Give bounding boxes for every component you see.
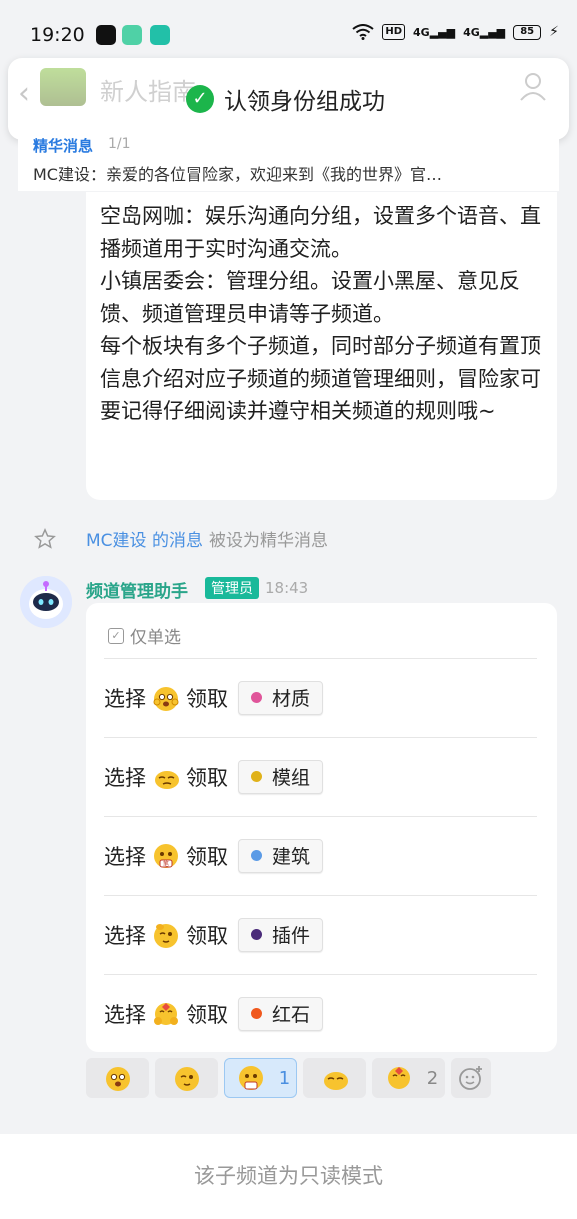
add-reaction-button[interactable] — [451, 1058, 491, 1098]
message-paragraph: 小镇居委会：管理分组。设置小黑屋、意见反馈、频道管理员申请等子频道。 — [100, 269, 520, 326]
lying-face-icon — [155, 770, 179, 789]
star-icon — [34, 527, 56, 549]
pinned-text: MC建设：亲爱的各位冒险家，欢迎来到《我的世界》官… — [33, 165, 442, 184]
pinned-title: 精华消息 — [33, 137, 94, 155]
system-notice: MC建设 的消息 被设为精华消息 — [34, 526, 328, 551]
message-paragraph: 每个板块有多个子频道，同时部分子频道有置顶信息介绍对应子频道的频道管理细则，冒险… — [100, 334, 541, 423]
svg-text:笔: 笔 — [163, 860, 169, 868]
notice-link[interactable]: MC建设 的消息 — [86, 526, 203, 551]
thinking-face-icon: 笔 — [154, 843, 178, 868]
channel-header: ‹ 新人指南 ✓ 认领身份组成功 — [8, 58, 569, 140]
status-icons: HD 4G▂▄▆ 4G▂▄▆ 85 ⚡ — [352, 24, 559, 40]
role-color-dot — [251, 929, 262, 940]
salute-face-icon — [174, 1067, 199, 1091]
pinned-count: 1/1 — [108, 136, 131, 152]
lying-face-icon — [323, 1072, 348, 1090]
thinking-face-icon — [238, 1066, 263, 1090]
charging-icon: ⚡ — [549, 24, 559, 40]
signal-icon: 4G▂▄▆ — [413, 25, 456, 39]
role-tag-button[interactable]: 模组 — [238, 759, 324, 794]
channel-avatar — [40, 68, 86, 106]
role-tag-button[interactable]: 插件 — [238, 917, 324, 952]
role-option-row: 选择 笔 领取 建筑 — [104, 816, 537, 894]
reaction-button[interactable]: 1 — [224, 1058, 297, 1098]
toast-text: 认领身份组成功 — [224, 89, 385, 115]
checkbox-icon: ✓ — [108, 627, 124, 644]
check-circle-icon: ✓ — [186, 85, 214, 113]
role-option-row: 选择 领取 插件 — [104, 895, 537, 973]
message-time: 18:43 — [265, 579, 309, 597]
reaction-button[interactable] — [86, 1058, 149, 1098]
wifi-icon — [352, 24, 374, 40]
sender-name[interactable]: 频道管理助手 — [86, 577, 188, 602]
reaction-button[interactable]: 2 — [372, 1058, 445, 1098]
reaction-button[interactable] — [155, 1058, 218, 1098]
admin-badge: 管理员 — [205, 577, 259, 599]
channel-name[interactable]: 新人指南 — [100, 72, 196, 107]
role-option-row: 选择 领取 红石 — [104, 974, 537, 1052]
robot-icon — [20, 576, 72, 628]
bot-avatar[interactable] — [20, 576, 72, 628]
clock: 19:20 — [30, 24, 85, 46]
add-emoji-icon — [459, 1066, 482, 1090]
role-color-dot — [251, 850, 262, 861]
message-paragraph: 空岛网咖：娱乐沟通向分组，设置多个语音、直播频道用于实时沟通交流。 — [100, 204, 541, 261]
role-tag-button[interactable]: 材质 — [238, 680, 324, 715]
scared-face-icon — [153, 686, 179, 711]
notification-app-icon — [96, 25, 116, 45]
success-toast: ✓ 认领身份组成功 — [186, 82, 385, 116]
role-selection-card: ✓ 仅单选 选择 领取 材质 选择 领取 模组 选择 笔 领取 建筑 选择 领取 — [86, 603, 557, 1052]
signal-icon: 4G▂▄▆ — [463, 25, 506, 39]
notification-app-icon — [122, 25, 142, 45]
role-color-dot — [251, 692, 262, 703]
hug-face-icon — [387, 1067, 410, 1089]
hug-face-icon — [154, 1002, 178, 1025]
notification-app-icon — [150, 25, 170, 45]
readonly-bar: 该子频道为只读模式 — [0, 1134, 577, 1219]
reaction-count: 1 — [278, 1067, 291, 1089]
single-select-hint: ✓ 仅单选 — [108, 623, 181, 648]
notice-text: 被设为精华消息 — [208, 531, 328, 551]
reaction-button[interactable] — [303, 1058, 366, 1098]
user-icon[interactable] — [519, 72, 547, 102]
role-tag-button[interactable]: 红石 — [238, 996, 324, 1031]
salute-face-icon — [154, 923, 178, 948]
role-color-dot — [251, 1008, 262, 1019]
back-icon[interactable]: ‹ — [18, 76, 30, 111]
role-tag-button[interactable]: 建筑 — [238, 838, 324, 873]
pinned-message-bar[interactable]: 精华消息 1/1 MC建设：亲爱的各位冒险家，欢迎来到《我的世界》官… — [18, 133, 559, 191]
hd-icon: HD — [382, 24, 405, 40]
reaction-count: 2 — [426, 1067, 439, 1089]
reaction-bar: 1 2 — [86, 1058, 491, 1098]
message-bubble: 空岛网咖：娱乐沟通向分组，设置多个语音、直播频道用于实时沟通交流。 小镇居委会：… — [86, 192, 557, 500]
role-option-row: 选择 领取 模组 — [104, 737, 537, 815]
role-color-dot — [251, 771, 262, 782]
role-option-row: 选择 领取 材质 — [104, 658, 537, 736]
scared-face-icon — [105, 1067, 130, 1091]
battery-icon: 85 — [513, 24, 542, 40]
